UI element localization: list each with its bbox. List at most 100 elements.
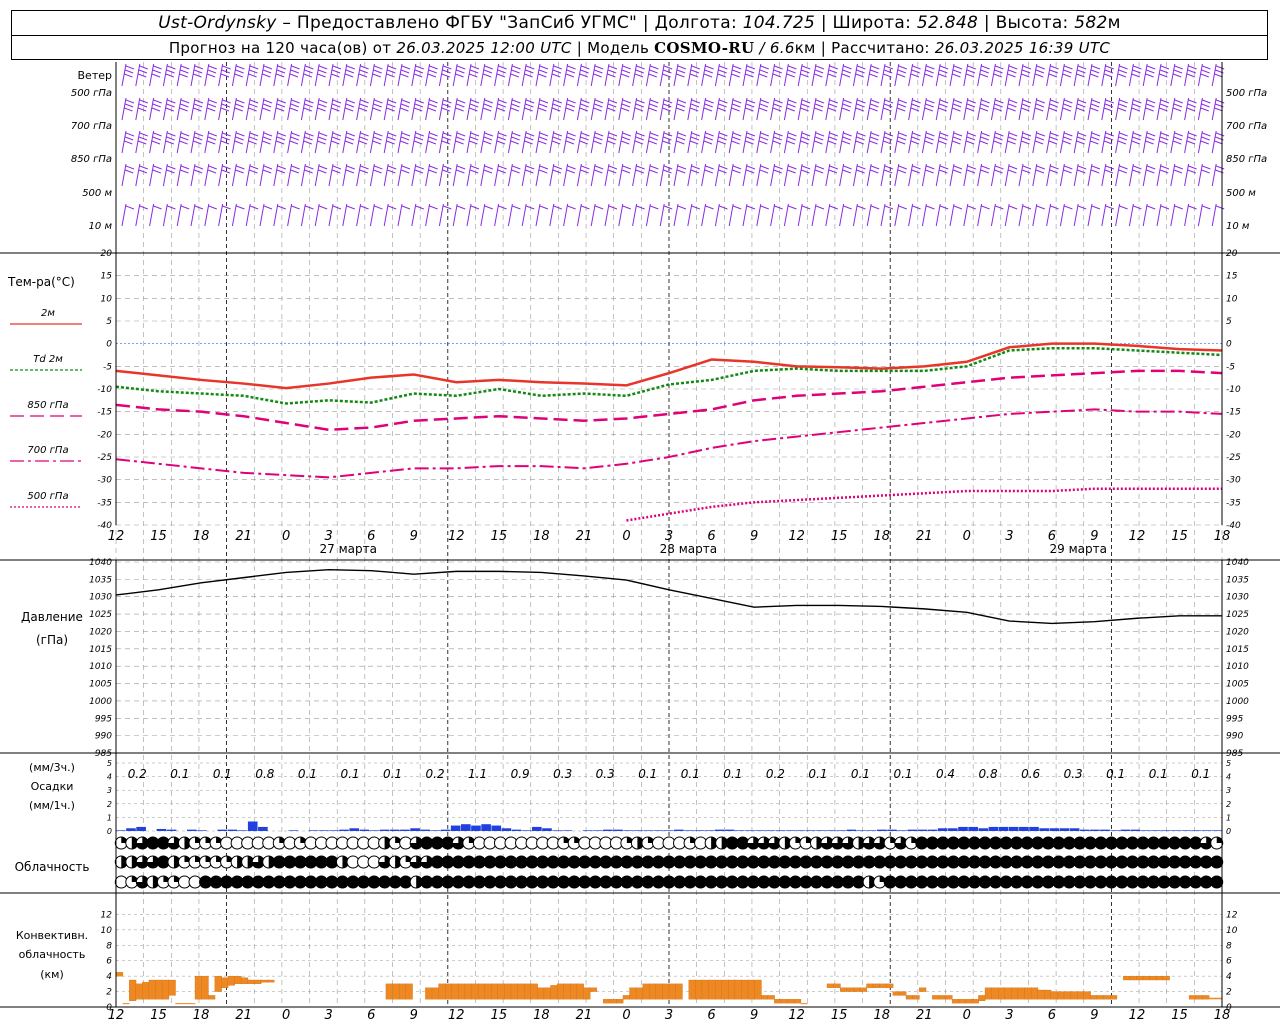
convective-bar	[194, 975, 203, 1000]
precip-bar	[501, 828, 512, 831]
pressure-tick-right: 1005	[1226, 680, 1249, 690]
wind-barb	[549, 163, 562, 187]
precip-bar	[1181, 830, 1192, 831]
time-tick-label: 12	[448, 529, 465, 544]
convective-bar	[155, 979, 163, 1000]
time-tick-label-bottom: 21	[576, 1008, 593, 1023]
wind-barb	[190, 63, 204, 87]
wind-barb	[1059, 163, 1073, 187]
conv-tick-right: 10	[1226, 926, 1238, 936]
convective-bar	[945, 995, 953, 1000]
wind-barb	[1142, 63, 1156, 87]
convective-bar	[774, 999, 782, 1004]
convective-bar	[175, 1003, 183, 1005]
wind-barb	[563, 63, 576, 87]
precip-bar	[166, 829, 177, 831]
wind-barb	[825, 203, 838, 227]
convective-bar	[616, 999, 624, 1004]
wind-barb	[273, 63, 286, 87]
convective-bar	[886, 983, 894, 988]
wind-barb	[908, 163, 921, 187]
convective-bar	[609, 999, 617, 1004]
wind-barb	[1142, 97, 1156, 121]
time-tick-label: 15	[150, 529, 167, 544]
pressure-tick-left: 1000	[89, 697, 112, 707]
pressure-tick-left: 1020	[89, 627, 112, 637]
convective-bar	[905, 995, 914, 1000]
wind-barb	[314, 163, 328, 187]
wind-barb	[1087, 97, 1101, 121]
wind-barb	[852, 97, 866, 121]
wind-barb	[811, 97, 825, 121]
wind-barb	[673, 63, 687, 87]
convective-bar	[1195, 995, 1203, 1000]
wind-barb	[1087, 130, 1101, 154]
wind-barb	[162, 163, 176, 187]
pressure-tick-right: 1015	[1226, 645, 1249, 655]
wind-barb	[783, 130, 797, 154]
wind-barb	[259, 97, 273, 121]
precip-tick-right: 1	[1226, 813, 1231, 822]
wind-barb	[287, 97, 300, 121]
wind-barb	[645, 97, 659, 121]
wind-barb	[756, 130, 769, 154]
wind-barb	[866, 97, 880, 121]
wind-barb	[894, 97, 907, 121]
wind-barb	[176, 130, 190, 154]
precip-tick-left: 0	[107, 827, 112, 836]
wind-barb	[563, 163, 576, 187]
wind-barb	[935, 63, 949, 87]
precip-bar	[318, 830, 329, 831]
convective-bar	[747, 979, 756, 1000]
precip-bar	[998, 826, 1009, 831]
wind-barb	[121, 163, 135, 187]
convective-bar	[1136, 975, 1144, 981]
wind-barb	[300, 97, 314, 121]
date-label: 27 марта	[320, 542, 377, 556]
wind-barb	[1073, 97, 1087, 121]
precip-3h-total: 0.4	[936, 767, 955, 781]
time-tick-label-bottom: 3	[665, 1008, 673, 1023]
convective-bar	[1077, 991, 1085, 1000]
precip-bar	[400, 829, 410, 831]
wind-barb	[783, 97, 797, 121]
wind-barb	[659, 63, 673, 87]
cloud-cover-symbol	[1210, 875, 1224, 889]
precip-bar	[948, 828, 958, 831]
time-tick-label-bottom: 18	[193, 1008, 210, 1023]
wind-barb	[880, 163, 894, 187]
wind-panel-label: Ветер	[78, 69, 112, 82]
wind-barb	[880, 63, 894, 87]
wind-barb	[645, 203, 659, 227]
precip-3h-total: 0.1	[170, 767, 189, 781]
convective-bar	[1044, 989, 1052, 1000]
wind-barb	[425, 163, 438, 187]
precip-bar	[714, 829, 725, 831]
convective-bar	[701, 979, 709, 1000]
conv-tick-left: 8	[106, 941, 112, 951]
temp-tick-left: -25	[97, 453, 112, 463]
wind-barb	[218, 97, 231, 121]
wind-barb	[1087, 163, 1101, 187]
convective-bar	[1070, 991, 1078, 1000]
wind-barb	[1018, 63, 1032, 87]
precip-bar	[1019, 826, 1029, 831]
wind-barb	[576, 163, 590, 187]
time-tick-label-bottom: 0	[622, 1008, 630, 1023]
convective-bar	[504, 983, 512, 1000]
convective-bar	[728, 979, 736, 1000]
wind-barb	[1018, 163, 1032, 187]
wind-barb	[1142, 203, 1156, 227]
wind-barb	[935, 163, 949, 187]
wind-barb	[783, 63, 797, 87]
precip-bar	[1100, 829, 1110, 831]
cloudiness-panel	[114, 836, 1224, 889]
convective-bar	[188, 1003, 196, 1005]
wind-barb	[756, 163, 769, 187]
convective-bar	[1162, 975, 1170, 981]
wind-barb	[770, 130, 783, 154]
wind-barb	[245, 130, 259, 154]
wind-barb	[480, 97, 493, 121]
precip-tick-left: 4	[107, 773, 112, 782]
wind-barb	[921, 203, 935, 227]
